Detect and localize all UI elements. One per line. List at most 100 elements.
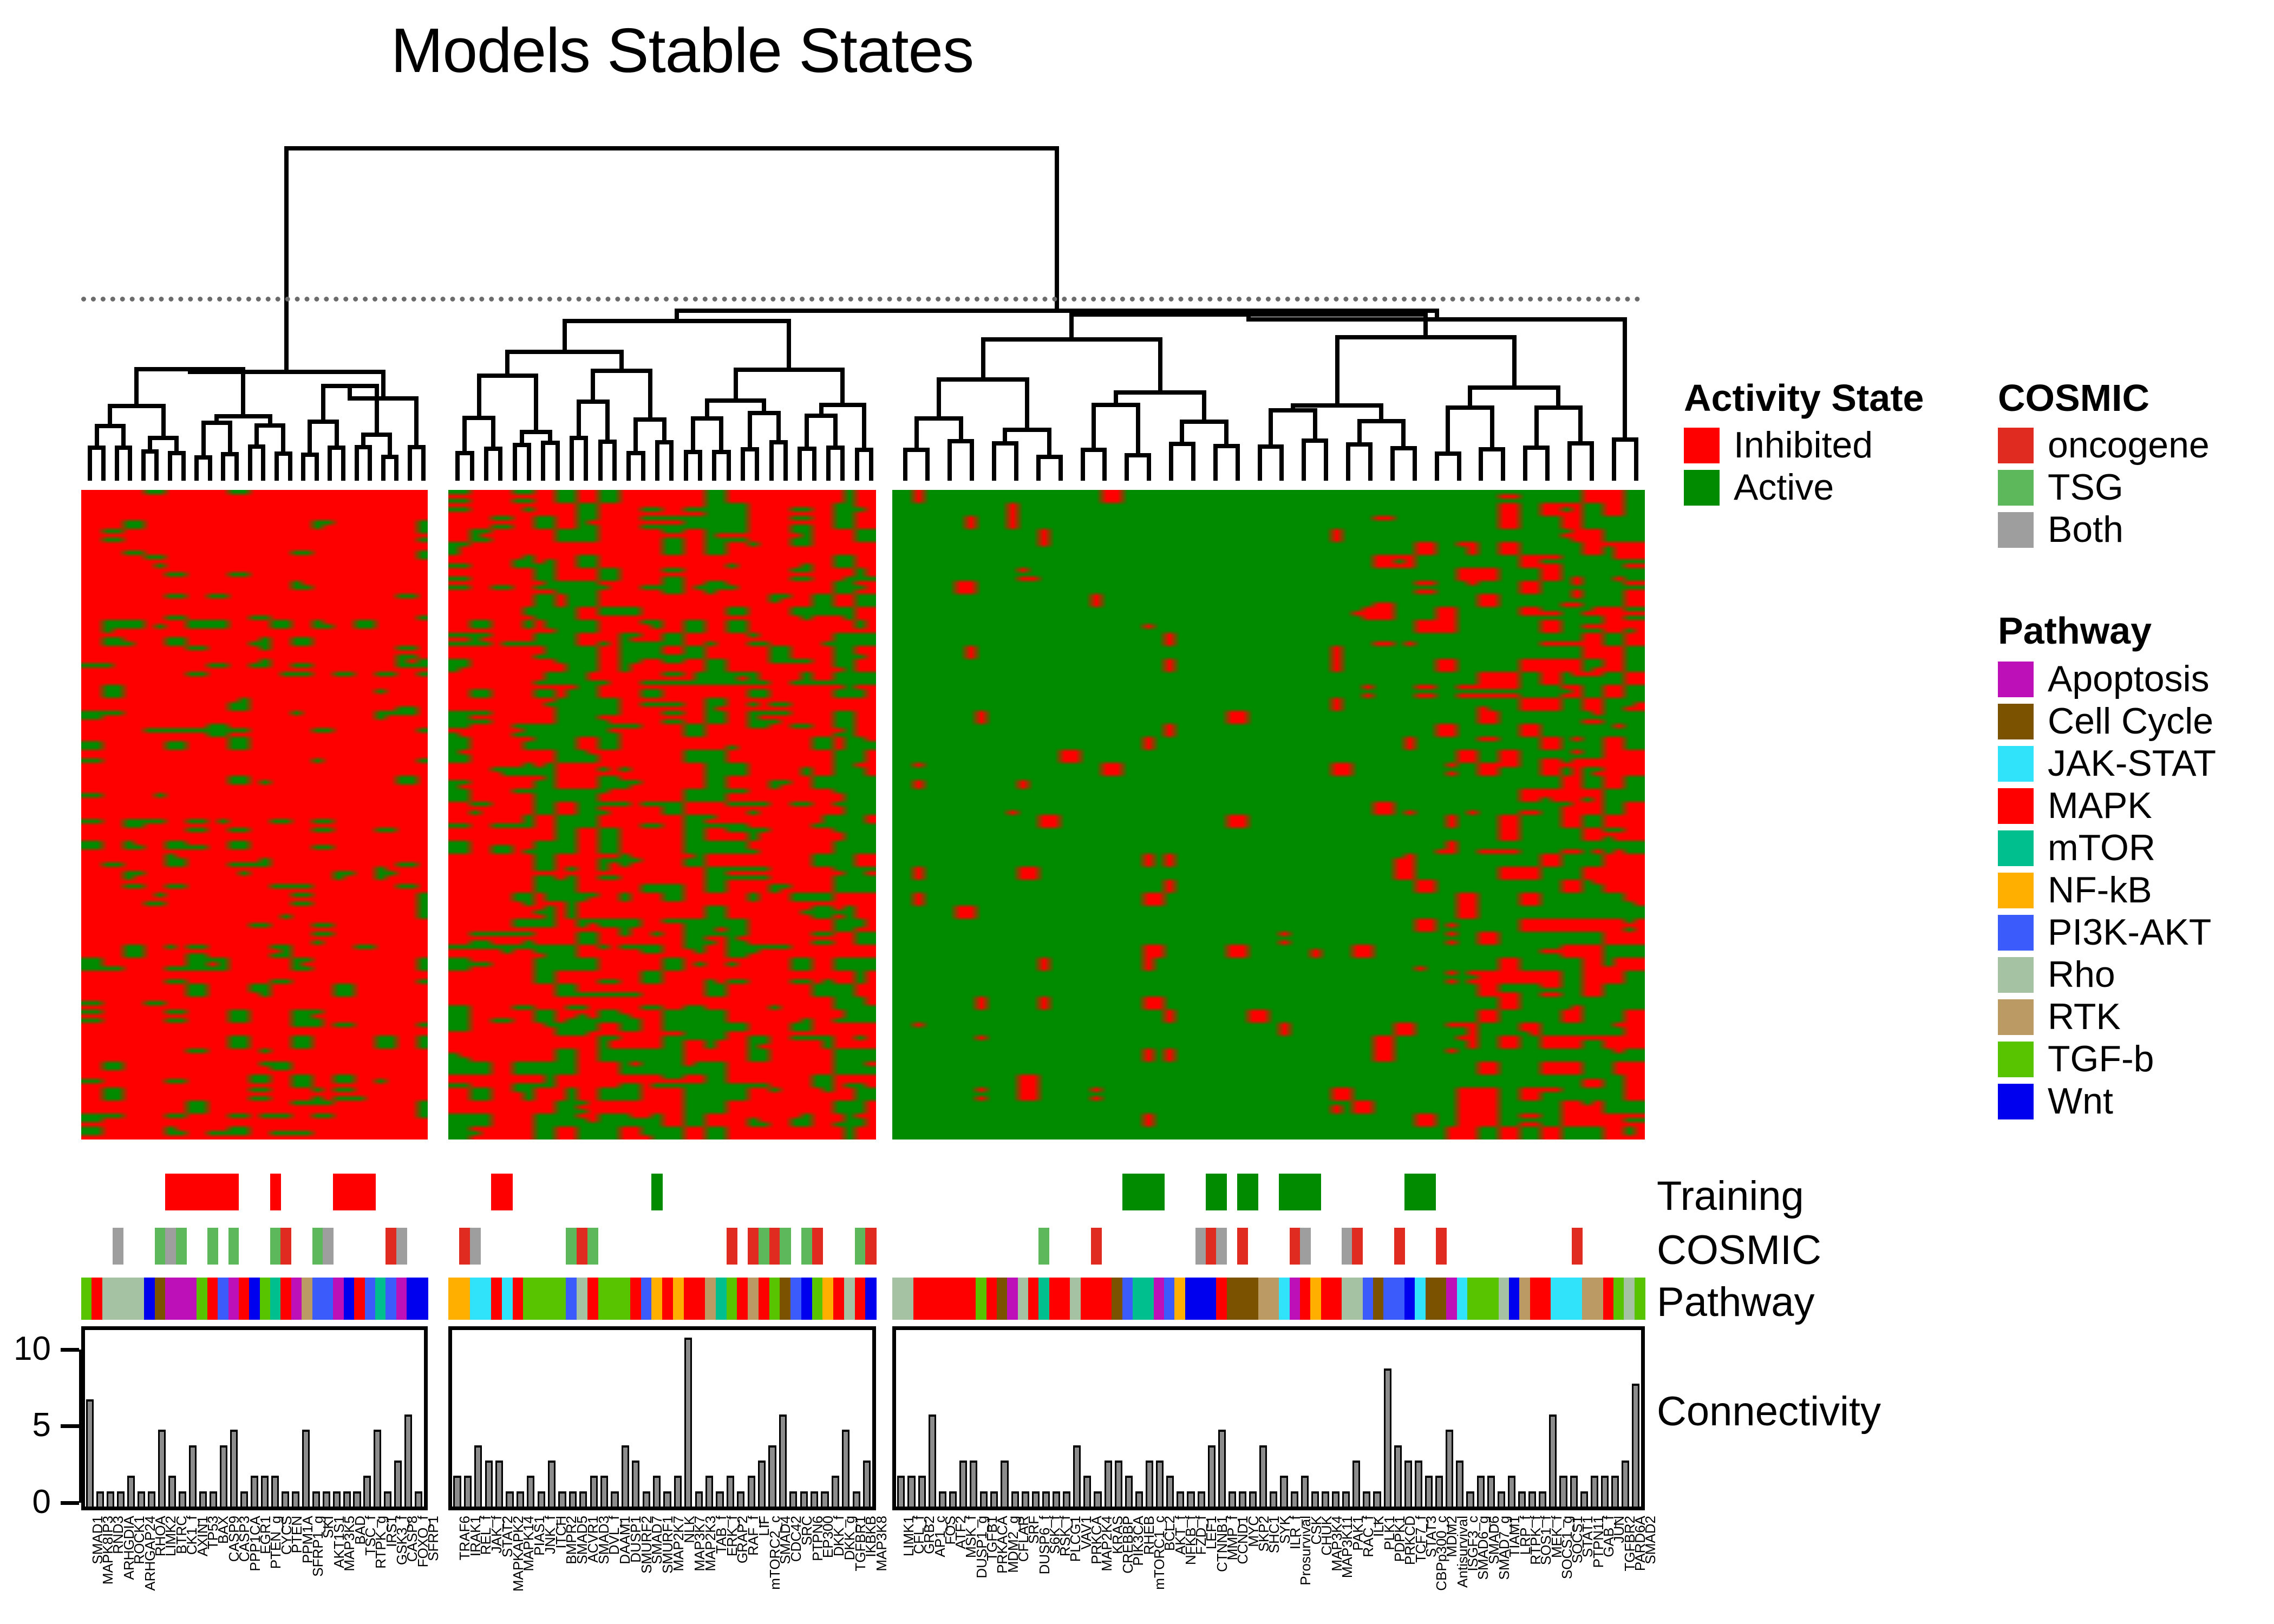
pathway-cell (1038, 1278, 1050, 1320)
pathway-cell (1613, 1278, 1624, 1320)
dendrogram-segment (214, 414, 219, 425)
connectivity-bar (800, 1491, 808, 1507)
connectivity-bar (1476, 1476, 1485, 1507)
connectivity-bar (705, 1476, 714, 1507)
dendrogram-segment (88, 445, 93, 481)
connectivity-bar (579, 1491, 587, 1507)
row-title-connectivity: Connectivity (1657, 1389, 1881, 1435)
legend-pathway-pi3k-akt-swatch (1998, 915, 2034, 951)
pathway-cell (801, 1278, 813, 1320)
pathway-cell (1080, 1278, 1092, 1320)
pathway-cell (944, 1278, 956, 1320)
connectivity-bar (695, 1491, 703, 1507)
dendrogram-segment (348, 383, 352, 401)
connectivity-bar (1446, 1430, 1454, 1507)
connectivity-bar (271, 1476, 279, 1507)
connectivity-bar (1270, 1491, 1278, 1507)
pathway-cell (986, 1278, 997, 1320)
dendrogram-segment (648, 369, 652, 422)
dendrogram-segment (1080, 448, 1085, 481)
dendrogram-segment (805, 413, 809, 451)
connectivity-bar (642, 1491, 650, 1507)
pathway-cell (249, 1278, 260, 1320)
dendrogram-segment (1290, 403, 1295, 412)
cosmic-cell (1237, 1228, 1248, 1265)
connectivity-bar (1094, 1491, 1102, 1507)
pathway-cell (165, 1278, 177, 1320)
pathway-cell (1299, 1278, 1311, 1320)
dendrogram-segment (455, 450, 460, 481)
pathway-cell (790, 1278, 802, 1320)
dendrogram-segment (512, 442, 517, 481)
cosmic-cell (854, 1228, 866, 1265)
legend-pathway-cell-cycle-label: Cell Cycle (2048, 700, 2214, 742)
connectivity-bar (1435, 1476, 1443, 1507)
dendrogram-segment (1567, 441, 1572, 481)
legend-cosmic-oncogene-swatch (1998, 428, 2034, 463)
dendrogram-segment (755, 447, 760, 481)
pathway-cell (715, 1278, 727, 1320)
connectivity-bar (1301, 1476, 1309, 1507)
connectivity-bar (1363, 1491, 1371, 1507)
pathway-cell (1049, 1278, 1060, 1320)
connectivity-bar (188, 1445, 197, 1507)
pathway-cell (844, 1278, 855, 1320)
dendrogram-segment (381, 455, 385, 481)
connectivity-bar (737, 1491, 745, 1507)
connectivity-bar (1021, 1491, 1029, 1507)
dendrogram-segment (1611, 437, 1616, 481)
training-cell (175, 1174, 187, 1210)
pathway-cell (1373, 1278, 1384, 1320)
connectivity-bar (1570, 1476, 1578, 1507)
dendrogram-segment (726, 450, 731, 481)
dendrogram-segment (840, 367, 845, 408)
dendrogram-segment (1501, 447, 1506, 481)
dendrogram-segment (662, 417, 666, 445)
dendrogram-segment (1257, 444, 1262, 481)
dendrogram-segment (733, 367, 738, 403)
dendrogram-segment (1489, 405, 1494, 452)
training-cell (1289, 1174, 1301, 1210)
page-title: Models Stable States (390, 15, 974, 86)
dendrogram-segment (388, 432, 393, 460)
cosmic-cell (1206, 1228, 1217, 1265)
legend-pathway-rho-swatch (1998, 957, 2034, 993)
training-cell (364, 1174, 376, 1210)
pathway-cell (375, 1278, 386, 1320)
dendrogram-segment (1202, 390, 1207, 424)
cosmic-cell (1090, 1228, 1102, 1265)
pathway-cell (1101, 1278, 1112, 1320)
dendrogram-segment (1434, 451, 1439, 481)
dendrogram-segment (633, 417, 638, 455)
pathway-cell (175, 1278, 187, 1320)
legend-pathway-rtk-label: RTK (2048, 996, 2121, 1037)
connectivity-bar (474, 1445, 482, 1507)
cosmic-cell (748, 1228, 759, 1265)
training-cell (228, 1174, 239, 1210)
pathway-cell (354, 1278, 365, 1320)
connectivity-bar (148, 1491, 156, 1507)
connectivity-bar (949, 1491, 957, 1507)
connectivity-bar (1145, 1460, 1154, 1507)
dendrogram-segment (1456, 451, 1461, 481)
pathway-cell (523, 1278, 534, 1320)
dendrogram-segment (991, 441, 996, 481)
dendrogram-segment (374, 383, 379, 437)
dendrogram-segment (1169, 442, 1174, 481)
pathway-cell (1394, 1278, 1405, 1320)
dendrogram-segment (1324, 438, 1329, 481)
training-cell (501, 1174, 513, 1210)
pathway-cell (758, 1278, 770, 1320)
connectivity-bar (1042, 1491, 1050, 1507)
dendrogram-segment (1235, 443, 1240, 481)
heatmap-cluster-2 (448, 490, 876, 1140)
pathway-cell (1310, 1278, 1322, 1320)
connectivity-bar (127, 1476, 135, 1507)
connectivity-bar (1166, 1476, 1174, 1507)
dendrogram-segment (483, 446, 488, 481)
legend-pathway-apoptosis-label: Apoptosis (2048, 658, 2210, 699)
legend-activity-inhibited-label: Inhibited (1734, 424, 1873, 466)
cosmic-cell (1394, 1228, 1405, 1265)
pathway-cell (1206, 1278, 1217, 1320)
pathway-cell (1247, 1278, 1259, 1320)
